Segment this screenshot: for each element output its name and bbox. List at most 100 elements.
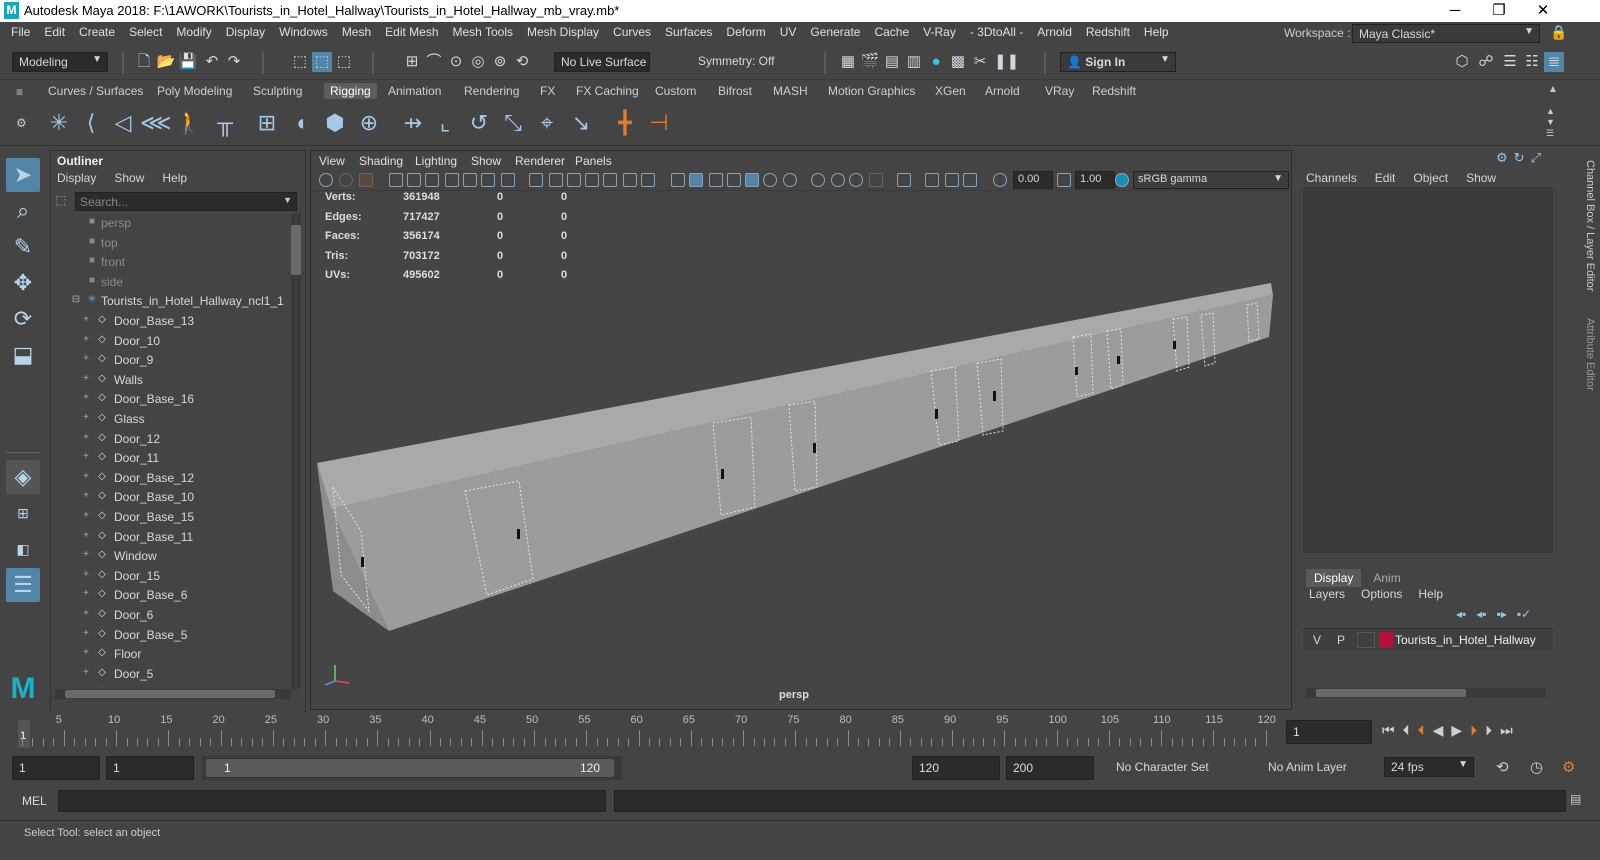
- select-hierarchy-icon[interactable]: ⬚: [290, 52, 310, 72]
- workspace-dropdown[interactable]: Maya Classic* ▼: [1352, 24, 1540, 43]
- outliner-item[interactable]: + ◇ Door_Base_12: [51, 468, 291, 487]
- outliner-item[interactable]: + ◇ Door_6: [51, 605, 291, 624]
- step-back-key-icon[interactable]: ⏴: [1418, 722, 1425, 739]
- vray-tools-icon[interactable]: ✂: [970, 52, 990, 72]
- snap-grid-vp-icon[interactable]: [463, 173, 477, 187]
- wireframe-icon[interactable]: [671, 173, 685, 187]
- outliner-search-input[interactable]: Search... ▼: [75, 192, 297, 211]
- channel-box-side-tab[interactable]: Channel Box / Layer Editor: [1584, 160, 1596, 291]
- command-language-label[interactable]: MEL: [22, 794, 47, 808]
- snap-point-icon[interactable]: ⊙: [446, 52, 466, 72]
- outliner-item[interactable]: + ◇ Door_Base_11: [51, 527, 291, 546]
- xray-joints-icon[interactable]: [925, 173, 939, 187]
- outliner-vscroll[interactable]: [291, 213, 301, 689]
- channel-menu-show[interactable]: Show: [1466, 171, 1496, 185]
- field-chart-icon[interactable]: [603, 173, 617, 187]
- menu-deform[interactable]: Deform: [719, 25, 772, 39]
- brush-vp-icon[interactable]: [501, 173, 515, 187]
- viewport-menu-renderer[interactable]: Renderer: [515, 154, 565, 168]
- channel-box-area[interactable]: [1303, 187, 1553, 553]
- channel-menu-object[interactable]: Object: [1413, 171, 1448, 185]
- gamma-icon[interactable]: [1057, 173, 1071, 187]
- expand-icon[interactable]: +: [79, 686, 93, 688]
- select-component-icon[interactable]: ⬚: [334, 52, 354, 72]
- expand-icon[interactable]: +: [79, 432, 93, 444]
- shelf-tab-redshift[interactable]: Redshift: [1092, 84, 1136, 98]
- channel-menu-edit[interactable]: Edit: [1375, 171, 1396, 185]
- image-plane-icon[interactable]: [407, 173, 421, 187]
- outliner-item[interactable]: + ◇ Door_Base_6: [51, 585, 291, 604]
- scale-constraint-icon[interactable]: ⤡: [498, 108, 528, 138]
- select-object-icon[interactable]: ⬚: [312, 52, 332, 72]
- menu-arnold[interactable]: Arnold: [1030, 25, 1079, 39]
- outliner-menu-display[interactable]: Display: [57, 171, 96, 185]
- expand-icon[interactable]: +: [79, 608, 93, 620]
- outliner-item[interactable]: ⊟ ✳ Tourists_in_Hotel_Hallway_ncl1_1: [51, 291, 291, 310]
- menu-v-ray[interactable]: V-Ray: [916, 25, 963, 39]
- aim-constraint-icon[interactable]: ⌖: [532, 108, 562, 138]
- shelf-tab-sculpting[interactable]: Sculpting: [253, 84, 302, 98]
- rotate-tool-icon[interactable]: ⟳: [6, 302, 40, 336]
- create-joints-icon[interactable]: ✳: [44, 108, 74, 138]
- undo-icon[interactable]: ↶: [202, 52, 222, 72]
- ik-spline-icon[interactable]: ◁: [108, 108, 138, 138]
- skeleton-icon[interactable]: ╥: [210, 108, 240, 138]
- expand-icon[interactable]: +: [79, 588, 93, 600]
- step-forward-key-icon[interactable]: ⏵: [1470, 722, 1477, 739]
- channel-box-icon[interactable]: ≣: [1544, 52, 1564, 72]
- expand-icon[interactable]: +: [79, 471, 93, 483]
- outliner-menu-help[interactable]: Help: [162, 171, 187, 185]
- outliner-item[interactable]: + ◇ Door_11: [51, 448, 291, 467]
- expand-icon[interactable]: +: [79, 412, 93, 424]
- camera-lock-icon[interactable]: [339, 173, 353, 187]
- shadows-icon[interactable]: [783, 173, 797, 187]
- collapse-icon[interactable]: ⊟: [69, 294, 83, 306]
- layer-playback-toggle[interactable]: P: [1337, 633, 1345, 647]
- menu-file[interactable]: File: [4, 25, 37, 39]
- outliner-item[interactable]: + ◇ Floor: [51, 644, 291, 663]
- shelf-tab-fx-caching[interactable]: FX Caching: [576, 84, 639, 98]
- render-view-icon[interactable]: ▦: [838, 52, 858, 72]
- menu-generate[interactable]: Generate: [803, 25, 867, 39]
- layer-menu-layers[interactable]: Layers: [1309, 587, 1345, 601]
- layer-color-swatch[interactable]: [1379, 632, 1393, 648]
- lock-icon[interactable]: 🔒: [1550, 24, 1567, 41]
- set-key-icon[interactable]: ⊣: [644, 108, 674, 138]
- go-to-end-icon[interactable]: ⏭: [1500, 722, 1513, 739]
- playback-end-field[interactable]: 120: [912, 756, 1000, 780]
- outliner-menu-show[interactable]: Show: [114, 171, 144, 185]
- film-gate-icon[interactable]: [549, 173, 563, 187]
- expand-icon[interactable]: +: [79, 353, 93, 365]
- expand-icon[interactable]: +: [79, 334, 93, 346]
- shelf-tab-poly-modeling[interactable]: Poly Modeling: [157, 84, 232, 98]
- color-management-icon[interactable]: [1115, 173, 1129, 187]
- tool-settings-icon[interactable]: ☷: [1522, 52, 1542, 72]
- shelf-tab-mash[interactable]: MASH: [773, 84, 808, 98]
- expand-icon[interactable]: +: [79, 569, 93, 581]
- scene-start-field[interactable]: 1: [12, 756, 100, 780]
- four-view-layout-icon[interactable]: ⊞: [6, 496, 40, 530]
- outliner-item[interactable]: ■ side: [51, 272, 291, 291]
- outliner-item[interactable]: + ◇ Door_Base_10: [51, 487, 291, 506]
- outliner-item[interactable]: + ◇ Door_5: [51, 664, 291, 683]
- menu-edit[interactable]: Edit: [37, 25, 72, 39]
- outliner-item[interactable]: + ◇ Glass: [51, 409, 291, 428]
- smooth-shade-icon[interactable]: [689, 173, 703, 187]
- hotel-hallway-model[interactable]: [311, 191, 1291, 711]
- restore-button[interactable]: ❐: [1476, 0, 1522, 22]
- outliner-filter-icon[interactable]: ⬚: [55, 193, 66, 207]
- 2d-pan-zoom-icon[interactable]: [425, 173, 439, 187]
- minimize-button[interactable]: ─: [1432, 0, 1478, 22]
- menu-help[interactable]: Help: [1137, 25, 1176, 39]
- open-scene-icon[interactable]: 📂: [156, 52, 176, 72]
- layer-name[interactable]: Tourists_in_Hotel_Hallway: [1395, 633, 1536, 647]
- go-to-start-icon[interactable]: ⏮: [1382, 722, 1395, 739]
- expand-icon[interactable]: +: [79, 549, 93, 561]
- paint-weights-icon[interactable]: ⬢: [320, 108, 350, 138]
- select-tool-icon[interactable]: ➤: [6, 158, 40, 192]
- safe-title-icon[interactable]: [641, 173, 655, 187]
- outliner-item[interactable]: ■ top: [51, 233, 291, 252]
- menu-3dtoall[interactable]: - 3DtoAll -: [963, 25, 1030, 39]
- modeling-toolkit-icon[interactable]: ⬡: [1452, 52, 1472, 72]
- ambient-occlusion-icon[interactable]: [811, 173, 825, 187]
